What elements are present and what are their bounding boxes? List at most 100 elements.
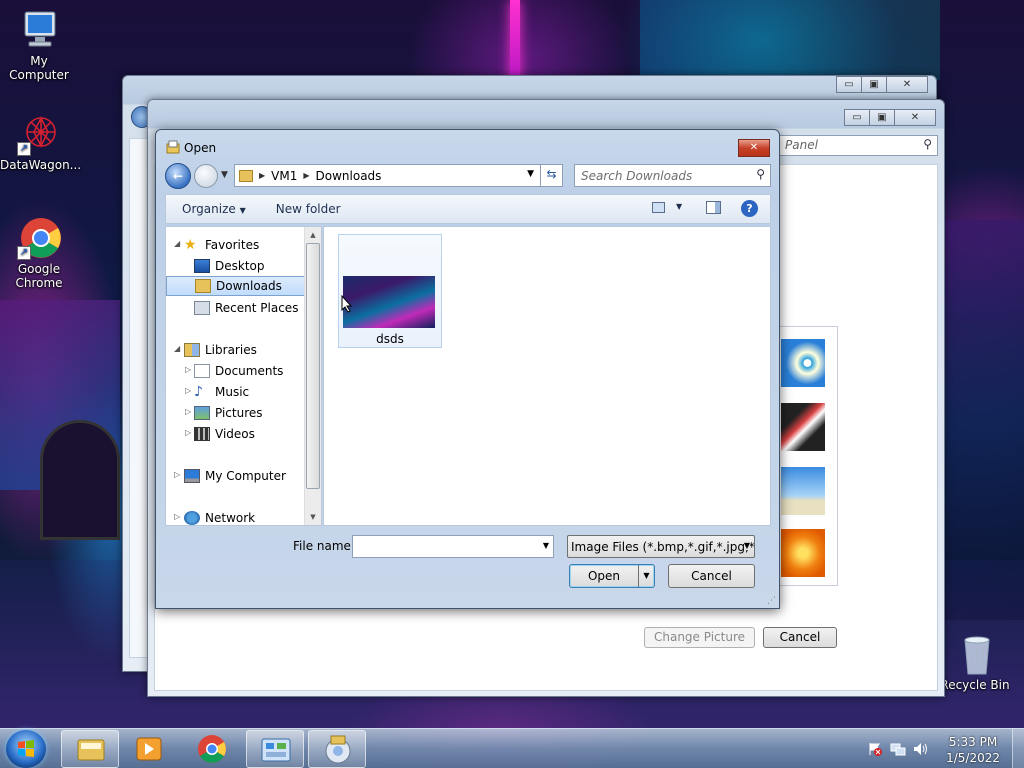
search-input[interactable]: Search Downloads ⚲	[574, 164, 771, 187]
nav-favorites[interactable]: ★ Favorites	[184, 235, 259, 255]
address-bar[interactable]: ▶ VM1 ▶ Downloads ▼ ⇆	[234, 164, 563, 187]
collapse-arrow-icon[interactable]: ◢	[174, 344, 180, 353]
nav-label: Documents	[215, 364, 284, 378]
picture-thumb[interactable]	[781, 529, 825, 577]
taskbar-control-panel[interactable]	[246, 730, 304, 768]
open-split-dropdown-icon[interactable]: ▼	[638, 565, 654, 587]
recent-locations-chevron-icon[interactable]: ▼	[221, 170, 228, 180]
expand-arrow-icon[interactable]: ▷	[185, 386, 191, 395]
command-bar: Organize ▼ New folder ▼ ?	[165, 194, 771, 224]
close-button[interactable]: ✕	[894, 109, 936, 126]
nav-recent-places[interactable]: Recent Places	[194, 298, 298, 318]
system-clock[interactable]: 5:33 PM 1/5/2022	[946, 734, 1000, 766]
nav-my-computer[interactable]: My Computer	[184, 466, 286, 486]
back-button[interactable]: ←	[165, 163, 191, 189]
taskbar-media-player[interactable]	[120, 730, 178, 768]
file-type-select[interactable]: Image Files (*.bmp,*.gif,*.jpg,*. ▼	[567, 535, 755, 558]
nav-downloads[interactable]: Downloads	[166, 276, 305, 296]
expand-arrow-icon[interactable]: ▷	[185, 365, 191, 374]
search-icon[interactable]: ⚲	[923, 137, 932, 151]
chevron-down-icon: ▼	[743, 541, 750, 550]
preview-pane-icon[interactable]	[706, 201, 721, 214]
taskbar-open-dialog[interactable]	[308, 730, 366, 768]
start-button[interactable]	[6, 730, 46, 768]
minimize-button[interactable]: ▭	[844, 109, 870, 126]
nav-label: Videos	[215, 427, 255, 441]
nav-label: Music	[215, 385, 250, 399]
view-dropdown-icon[interactable]: ▼	[676, 202, 682, 211]
search-icon[interactable]: ⚲	[756, 167, 765, 181]
nav-network[interactable]: Network	[184, 508, 255, 525]
my-computer-icon	[17, 8, 61, 52]
expand-arrow-icon[interactable]: ▷	[174, 512, 180, 521]
maximize-button[interactable]: ▣	[869, 109, 895, 126]
open-dialog-icon	[166, 140, 181, 155]
breadcrumb-downloads[interactable]: Downloads	[316, 169, 382, 183]
change-view-icon[interactable]	[652, 202, 665, 213]
documents-icon	[194, 364, 210, 378]
address-dropdown-icon[interactable]: ▼	[527, 169, 534, 179]
maximize-button[interactable]: ▣	[861, 76, 887, 93]
nav-pictures[interactable]: Pictures	[194, 403, 263, 423]
nav-scrollbar[interactable]: ▲ ▼	[304, 227, 321, 525]
desktop-icon-label: DataWagon...	[0, 158, 82, 172]
expand-arrow-icon[interactable]: ▷	[174, 470, 180, 479]
cancel-button[interactable]: Cancel	[668, 564, 755, 588]
picture-thumb[interactable]	[781, 467, 825, 515]
open-button[interactable]: Open ▼	[569, 564, 655, 588]
action-center-icon[interactable]	[868, 742, 882, 756]
nav-videos[interactable]: Videos	[194, 424, 255, 444]
nav-label: Libraries	[205, 343, 257, 357]
control-panel-search[interactable]: Panel ⚲	[778, 135, 938, 156]
chevron-down-icon[interactable]: ▼	[543, 541, 549, 550]
file-name: dsds	[376, 332, 404, 346]
file-name-input[interactable]: ▼	[352, 535, 554, 558]
scroll-thumb[interactable]	[306, 243, 320, 489]
nav-label: Desktop	[215, 259, 265, 273]
desktop-icon-google-chrome[interactable]: ↗ Google Chrome	[0, 216, 78, 290]
navigation-pane: ◢ ★ Favorites Desktop Downloads Recent P…	[165, 226, 322, 526]
forward-button[interactable]	[194, 164, 218, 188]
clock-time: 5:33 PM	[948, 735, 998, 749]
nav-documents[interactable]: Documents	[194, 361, 283, 381]
help-icon[interactable]: ?	[741, 200, 758, 217]
breadcrumb-vm1[interactable]: VM1	[271, 169, 297, 183]
cancel-button[interactable]: Cancel	[763, 627, 837, 648]
desktop-icon-datawagon[interactable]: ↗ DataWagon...	[0, 112, 82, 172]
scroll-down-icon[interactable]: ▼	[305, 509, 321, 525]
windows-logo-icon	[18, 740, 34, 757]
taskbar-chrome[interactable]	[183, 730, 241, 768]
picture-thumb[interactable]	[781, 403, 825, 451]
breadcrumb-separator-icon: ▶	[259, 171, 266, 180]
pictures-icon	[194, 406, 210, 420]
open-file-dialog: Open ✕ ← ▼ ▶ VM1 ▶ Downloads ▼ ⇆ Search …	[155, 129, 780, 609]
volume-icon[interactable]	[913, 742, 929, 756]
nav-music[interactable]: ♪ Music	[194, 382, 249, 402]
network-status-icon[interactable]	[890, 742, 906, 756]
new-folder-button[interactable]: New folder	[276, 202, 341, 216]
refresh-icon[interactable]: ⇆	[540, 164, 562, 187]
picture-thumb[interactable]	[781, 339, 825, 387]
collapse-arrow-icon[interactable]: ◢	[174, 239, 180, 248]
expand-arrow-icon[interactable]: ▷	[185, 428, 191, 437]
dialog-title: Open	[184, 141, 217, 155]
organize-button[interactable]: Organize ▼	[182, 202, 246, 216]
resize-grip-icon[interactable]: ⋰	[767, 596, 776, 606]
desktop-icon	[194, 259, 210, 273]
change-picture-button[interactable]: Change Picture	[644, 627, 755, 648]
nav-libraries[interactable]: Libraries	[184, 340, 257, 360]
close-button[interactable]: ✕	[886, 76, 928, 93]
file-item[interactable]: dsds	[338, 234, 442, 348]
nav-desktop[interactable]: Desktop	[194, 256, 265, 276]
desktop-icon-recycle-bin[interactable]: Recycle Bin	[936, 632, 1014, 692]
close-button[interactable]: ✕	[738, 139, 770, 157]
scroll-up-icon[interactable]: ▲	[305, 227, 321, 243]
minimize-button[interactable]: ▭	[836, 76, 862, 93]
taskbar-explorer[interactable]	[61, 730, 119, 768]
show-desktop-button[interactable]	[1012, 729, 1024, 768]
videos-icon	[194, 427, 210, 441]
expand-arrow-icon[interactable]: ▷	[185, 407, 191, 416]
libraries-icon	[184, 343, 200, 357]
nav-label: Downloads	[216, 279, 282, 293]
desktop-icon-my-computer[interactable]: My Computer	[0, 8, 78, 82]
